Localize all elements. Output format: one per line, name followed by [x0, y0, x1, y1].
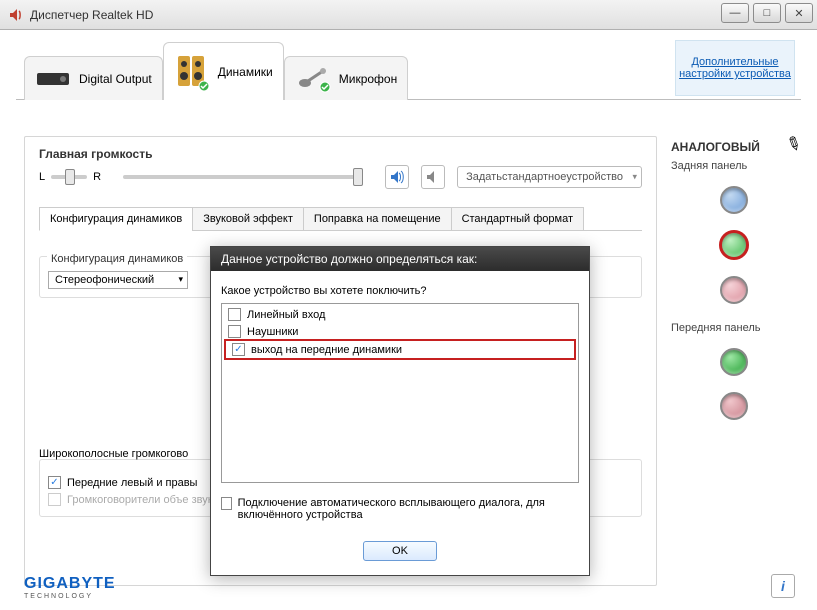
front-lr-label: Передние левый и правы — [67, 477, 197, 489]
checkbox-icon — [228, 308, 241, 321]
auto-popup-label: Подключение автоматического всплывающего… — [238, 497, 579, 521]
extra-settings-link[interactable]: Дополнительные настройки устройства — [675, 40, 795, 96]
subtab-config[interactable]: Конфигурация динамиков — [39, 207, 193, 231]
jack-front-headphone[interactable] — [720, 348, 748, 376]
default-device-dropdown[interactable]: Задать стандартное устройство — [457, 166, 642, 188]
option-front-speaker-out[interactable]: ✓ выход на передние динамики — [228, 341, 572, 358]
speaker-icon — [8, 7, 24, 23]
brand-name: GIGABYTE — [24, 575, 116, 592]
connector-dialog: Данное устройство должно определяться ка… — [210, 246, 590, 576]
tab-label: Микрофон — [339, 72, 397, 86]
volume-label: Главная громкость — [39, 147, 642, 161]
dialog-options: Линейный вход Наушники ✓ выход на передн… — [221, 303, 579, 483]
speaker-config-value: Стереофонический — [55, 274, 154, 286]
tab-digital-output[interactable]: Digital Output — [24, 56, 163, 100]
option-headphone[interactable]: Наушники — [224, 323, 576, 340]
option-label: Наушники — [247, 326, 298, 338]
fullrange-title: Широкополосные громкогово — [39, 448, 188, 460]
dialog-title: Данное устройство должно определяться ка… — [211, 247, 589, 271]
tab-microphone[interactable]: Микрофон — [284, 56, 408, 100]
analog-panel: АНАЛОГОВЫЙ Задняя панель Передняя панель — [671, 140, 797, 428]
checkbox-icon — [228, 325, 241, 338]
tab-speakers[interactable]: Динамики — [163, 42, 284, 100]
option-label: выход на передние динамики — [251, 344, 402, 356]
speaker-config-title: Конфигурация динамиков — [47, 253, 187, 265]
balance-left: L — [39, 171, 45, 183]
checkbox-icon — [221, 497, 232, 510]
volume-slider[interactable] — [123, 175, 363, 179]
speakers-icon — [174, 54, 210, 90]
highlighted-option: ✓ выход на передние динамики — [224, 339, 576, 360]
receiver-icon — [35, 61, 71, 97]
subtab-room[interactable]: Поправка на помещение — [303, 207, 452, 231]
titlebar: Диспетчер Realtek HD — □ ✕ — [0, 0, 817, 30]
mute-icon[interactable] — [421, 165, 445, 189]
extra-settings-label[interactable]: Дополнительные настройки устройства — [676, 56, 794, 80]
brand-logo: GIGABYTE TECHNOLOGY — [24, 575, 116, 600]
minimize-button[interactable]: — — [721, 3, 749, 23]
jack-speaker-out[interactable] — [719, 230, 749, 260]
tab-label: Digital Output — [79, 72, 152, 86]
footer: GIGABYTE TECHNOLOGY — [24, 575, 116, 600]
jack-mic-in[interactable] — [720, 276, 748, 304]
checkbox-icon: ✓ — [48, 476, 61, 489]
checkbox-icon — [48, 493, 61, 506]
default-device-line3: устройство — [566, 171, 623, 183]
checkbox-icon: ✓ — [232, 343, 245, 356]
default-device-line1: Задать — [466, 171, 502, 183]
tab-label: Динамики — [218, 65, 273, 79]
jack-front-mic[interactable] — [720, 392, 748, 420]
option-label: Линейный вход — [247, 309, 325, 321]
subtabs: Конфигурация динамиков Звуковой эффект П… — [39, 207, 642, 231]
ok-button[interactable]: OK — [363, 541, 437, 561]
window-controls: — □ ✕ — [721, 3, 813, 23]
volume-section: Главная громкость L R Задать стандартное — [39, 147, 642, 189]
option-line-in[interactable]: Линейный вход — [224, 306, 576, 323]
default-device-line2: стандартное — [502, 171, 566, 183]
sound-icon[interactable] — [385, 165, 409, 189]
rear-panel-label: Задняя панель — [671, 160, 797, 172]
dialog-prompt: Какое устройство вы хотете поключить? — [221, 285, 579, 297]
content-area: Digital Output Динамики Микрофон Дополни… — [0, 30, 817, 610]
balance-right: R — [93, 171, 101, 183]
close-button[interactable]: ✕ — [785, 3, 813, 23]
balance-slider[interactable]: L R — [39, 171, 101, 183]
subtab-effect[interactable]: Звуковой эффект — [192, 207, 304, 231]
window-title: Диспетчер Realtek HD — [30, 8, 153, 22]
microphone-icon — [295, 61, 331, 97]
info-button[interactable]: i — [771, 574, 795, 598]
jack-line-in[interactable] — [720, 186, 748, 214]
analog-title: АНАЛОГОВЫЙ — [671, 140, 797, 154]
front-panel-label: Передняя панель — [671, 322, 797, 334]
surround-label: Громкоговорители объе звука — [67, 494, 219, 506]
auto-popup-checkbox[interactable]: Подключение автоматического всплывающего… — [221, 497, 579, 521]
brand-sub: TECHNOLOGY — [24, 593, 116, 600]
maximize-button[interactable]: □ — [753, 3, 781, 23]
speaker-config-select[interactable]: Стереофонический — [48, 271, 188, 289]
subtab-format[interactable]: Стандартный формат — [451, 207, 584, 231]
